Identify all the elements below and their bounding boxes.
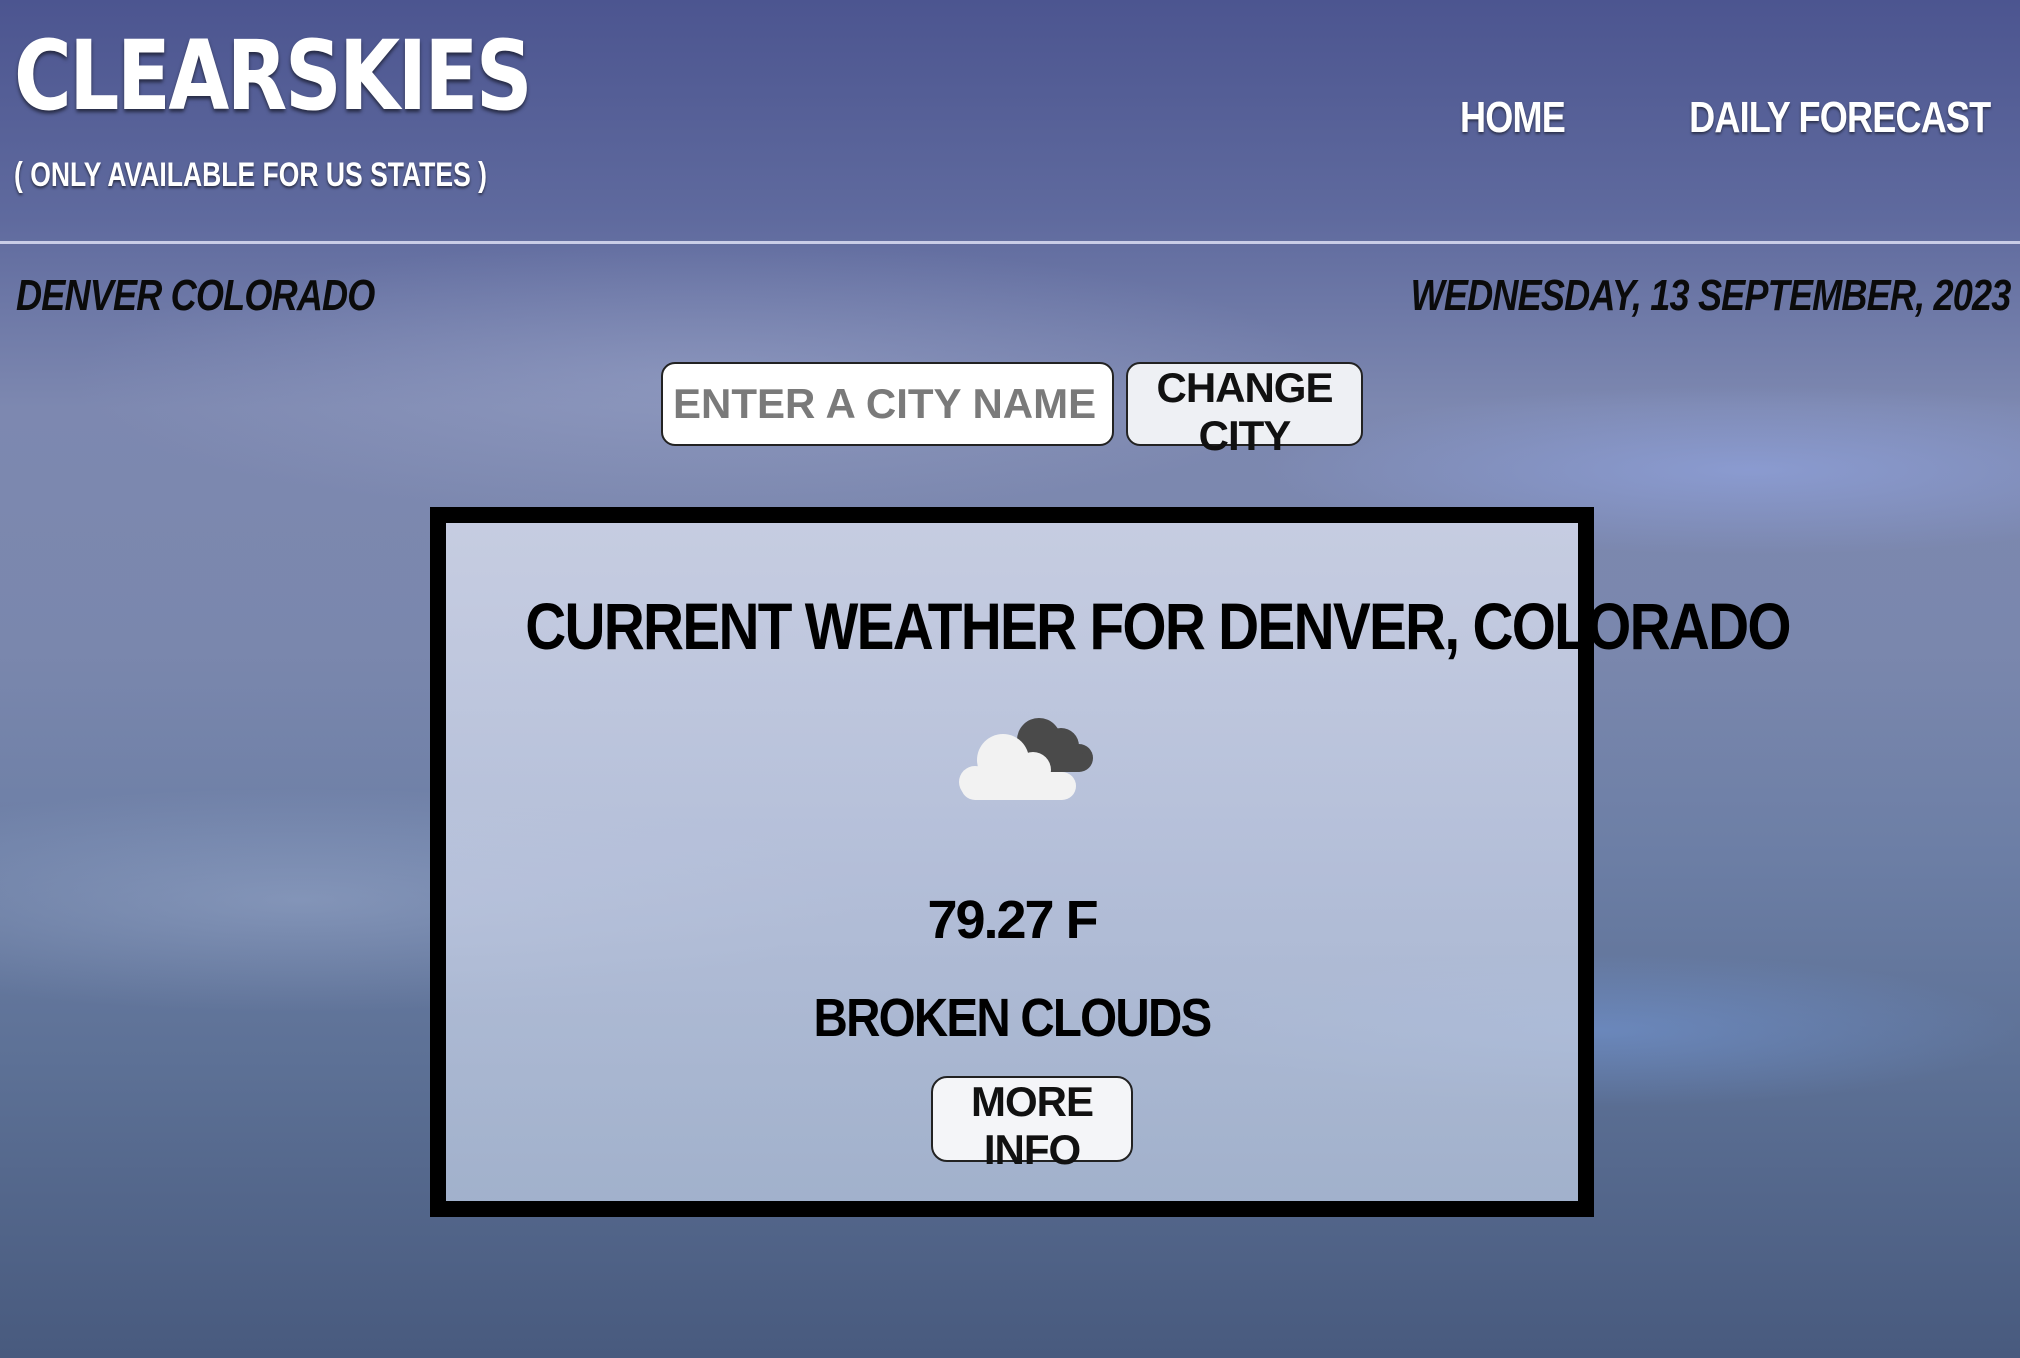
current-location: DENVER COLORADO bbox=[16, 271, 375, 320]
current-weather-card: CURRENT WEATHER FOR DENVER, COLORADO 79.… bbox=[430, 507, 1792, 1217]
more-info-button[interactable]: MORE INFO bbox=[931, 1076, 1133, 1173]
site-logo-title[interactable]: CLEARSKIES bbox=[14, 28, 533, 124]
current-date: WEDNESDAY, 13 SEPTEMBER, 2023 bbox=[1410, 271, 2011, 320]
weather-description: BROKEN CLOUDS bbox=[813, 988, 1213, 1048]
city-search-input[interactable] bbox=[661, 362, 1114, 446]
temperature-value: 79.27 F bbox=[927, 890, 1098, 950]
nav-daily-forecast-link[interactable]: DAILY FORECAST bbox=[1689, 96, 1991, 140]
nav-home-link[interactable]: HOME bbox=[1460, 96, 1566, 140]
weather-card-title: CURRENT WEATHER FOR DENVER, COLORADO bbox=[525, 589, 1791, 663]
change-city-button[interactable]: CHANGE CITY bbox=[1126, 362, 1363, 459]
main-nav: HOME DAILY FORECAST bbox=[1437, 96, 1991, 140]
site-subtitle: ( ONLY AVAILABLE FOR US STATES ) bbox=[14, 156, 487, 194]
site-header: CLEARSKIES ( ONLY AVAILABLE FOR US STATE… bbox=[0, 0, 2020, 244]
broken-clouds-icon bbox=[959, 718, 1093, 800]
